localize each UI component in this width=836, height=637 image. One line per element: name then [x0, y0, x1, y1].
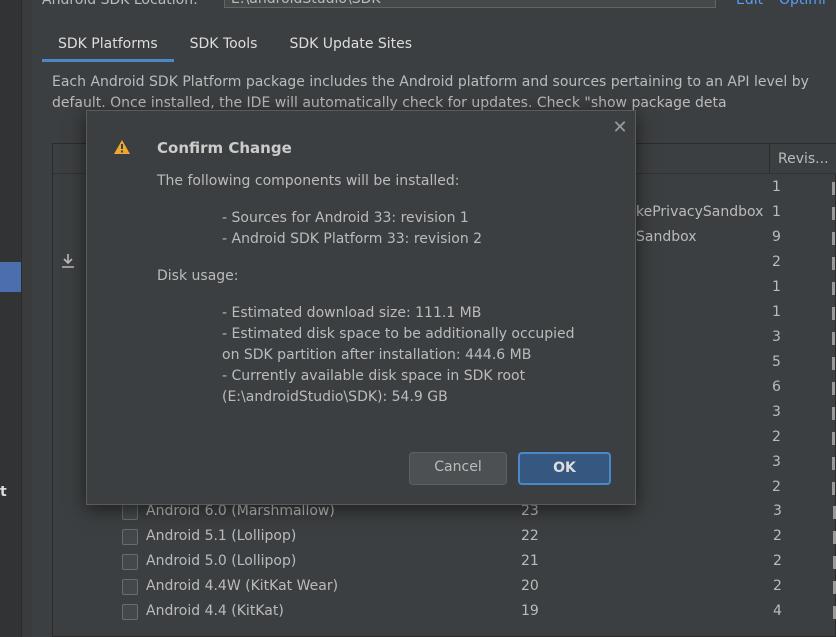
- row-checkbox[interactable]: [122, 504, 138, 520]
- table-row[interactable]: Android 5.1 (Lollipop) 22 2: [53, 525, 836, 550]
- revision-value: 2: [772, 429, 781, 445]
- row-status-marker: [832, 232, 835, 245]
- table-row[interactable]: Android 5.0 (Lollipop) 21 2: [53, 550, 836, 575]
- row-api-level: 19: [521, 603, 539, 619]
- edit-link[interactable]: Edit: [736, 0, 763, 8]
- cancel-button[interactable]: Cancel: [409, 452, 507, 485]
- tab-sdk-tools[interactable]: SDK Tools: [174, 28, 274, 62]
- disk-usage-line: (E:\androidStudio\SDK): 54.9 GB: [222, 389, 448, 405]
- row-status-marker: [832, 382, 835, 395]
- row-status-marker: [832, 207, 835, 220]
- left-panel: t: [0, 0, 22, 637]
- disk-usage-label: Disk usage:: [157, 268, 239, 284]
- row-revision: 3: [773, 503, 782, 519]
- revision-value: 3: [772, 329, 781, 345]
- row-name: Android 4.4 (KitKat): [146, 603, 284, 619]
- row-revision: 4: [773, 603, 782, 619]
- row-revision: 2: [773, 528, 782, 544]
- row-checkbox[interactable]: [122, 529, 138, 545]
- revision-value: 2: [772, 254, 781, 270]
- row-checkbox[interactable]: [122, 579, 138, 595]
- revision-value: 3: [772, 404, 781, 420]
- row-status-marker: [832, 407, 835, 420]
- revision-value: 1: [772, 304, 781, 320]
- row-name: Android 6.0 (Marshmallow): [146, 503, 335, 519]
- download-icon: [62, 254, 74, 268]
- gutter: [22, 0, 32, 637]
- row-status-marker: [832, 257, 835, 270]
- revision-value: 1: [772, 204, 781, 220]
- row-status-marker: [832, 282, 835, 295]
- left-panel-text-fragment: t: [0, 484, 7, 500]
- disk-usage-line: - Estimated download size: 111.1 MB: [222, 305, 482, 321]
- revision-value: 1: [772, 279, 781, 295]
- warning-icon: [114, 140, 130, 154]
- ok-button[interactable]: OK: [518, 452, 611, 485]
- sdk-location-label: Android SDK Location:: [42, 0, 198, 8]
- row-api-level: 21: [521, 553, 539, 569]
- close-icon[interactable]: ✕: [611, 119, 629, 137]
- row-api-level: 22: [521, 528, 539, 544]
- revision-value: 6: [772, 379, 781, 395]
- table-row[interactable]: Android 4.4W (KitKat Wear) 20 2: [53, 575, 836, 600]
- left-panel-selected-item[interactable]: [0, 262, 21, 292]
- tab-bar: SDK Platforms SDK Tools SDK Update Sites: [42, 28, 428, 62]
- disk-usage-line: - Estimated disk space to be additionall…: [222, 326, 575, 342]
- sdk-location-field[interactable]: E:\androidStudio\SDK: [224, 0, 716, 8]
- row-name: Android 5.1 (Lollipop): [146, 528, 297, 544]
- disk-usage-line: - Currently available disk space in SDK …: [222, 368, 526, 384]
- tab-sdk-platforms[interactable]: SDK Platforms: [42, 28, 174, 62]
- disk-usage-line: on SDK partition after installation: 444…: [222, 347, 532, 363]
- row-status-marker: [832, 332, 835, 345]
- dialog-intro: The following components will be install…: [157, 173, 460, 189]
- optimize-link[interactable]: Optimi: [779, 0, 826, 8]
- sdk-location-row: Android SDK Location: E:\androidStudio\S…: [42, 0, 836, 14]
- row-status-marker: [832, 432, 835, 445]
- table-row[interactable]: Android 4.4 (KitKat) 19 4: [53, 600, 836, 625]
- row-status-marker: [832, 182, 835, 195]
- row-status-marker: [832, 482, 835, 495]
- tab-sdk-update-sites[interactable]: SDK Update Sites: [273, 28, 428, 62]
- row-api-level: 23: [521, 503, 539, 519]
- confirm-change-dialog: ✕ Confirm Change The following component…: [86, 110, 636, 505]
- revision-value: 5: [772, 354, 781, 370]
- partial-package-name: Sandbox: [636, 229, 697, 245]
- revision-value: 2: [772, 479, 781, 495]
- row-status-marker: [832, 357, 835, 370]
- component-line: - Android SDK Platform 33: revision 2: [222, 231, 483, 247]
- partial-package-name: kePrivacySandbox: [636, 204, 764, 220]
- component-line: - Sources for Android 33: revision 1: [222, 210, 469, 226]
- row-checkbox[interactable]: [122, 604, 138, 620]
- row-status-marker: [832, 457, 835, 470]
- platform-description: Each Android SDK Platform package includ…: [52, 74, 809, 111]
- row-api-level: 20: [521, 578, 539, 594]
- row-revision: 2: [773, 578, 782, 594]
- row-revision: 2: [773, 553, 782, 569]
- column-header-revision[interactable]: Revis...: [769, 144, 829, 174]
- revision-value: 3: [772, 454, 781, 470]
- row-status-marker: [832, 307, 835, 320]
- revision-value: 1: [772, 179, 781, 195]
- row-checkbox[interactable]: [122, 554, 138, 570]
- row-name: Android 5.0 (Lollipop): [146, 553, 297, 569]
- revision-value: 9: [772, 229, 781, 245]
- dialog-message: The following components will be install…: [157, 171, 617, 408]
- dialog-title: Confirm Change: [157, 139, 292, 157]
- row-name: Android 4.4W (KitKat Wear): [146, 578, 339, 594]
